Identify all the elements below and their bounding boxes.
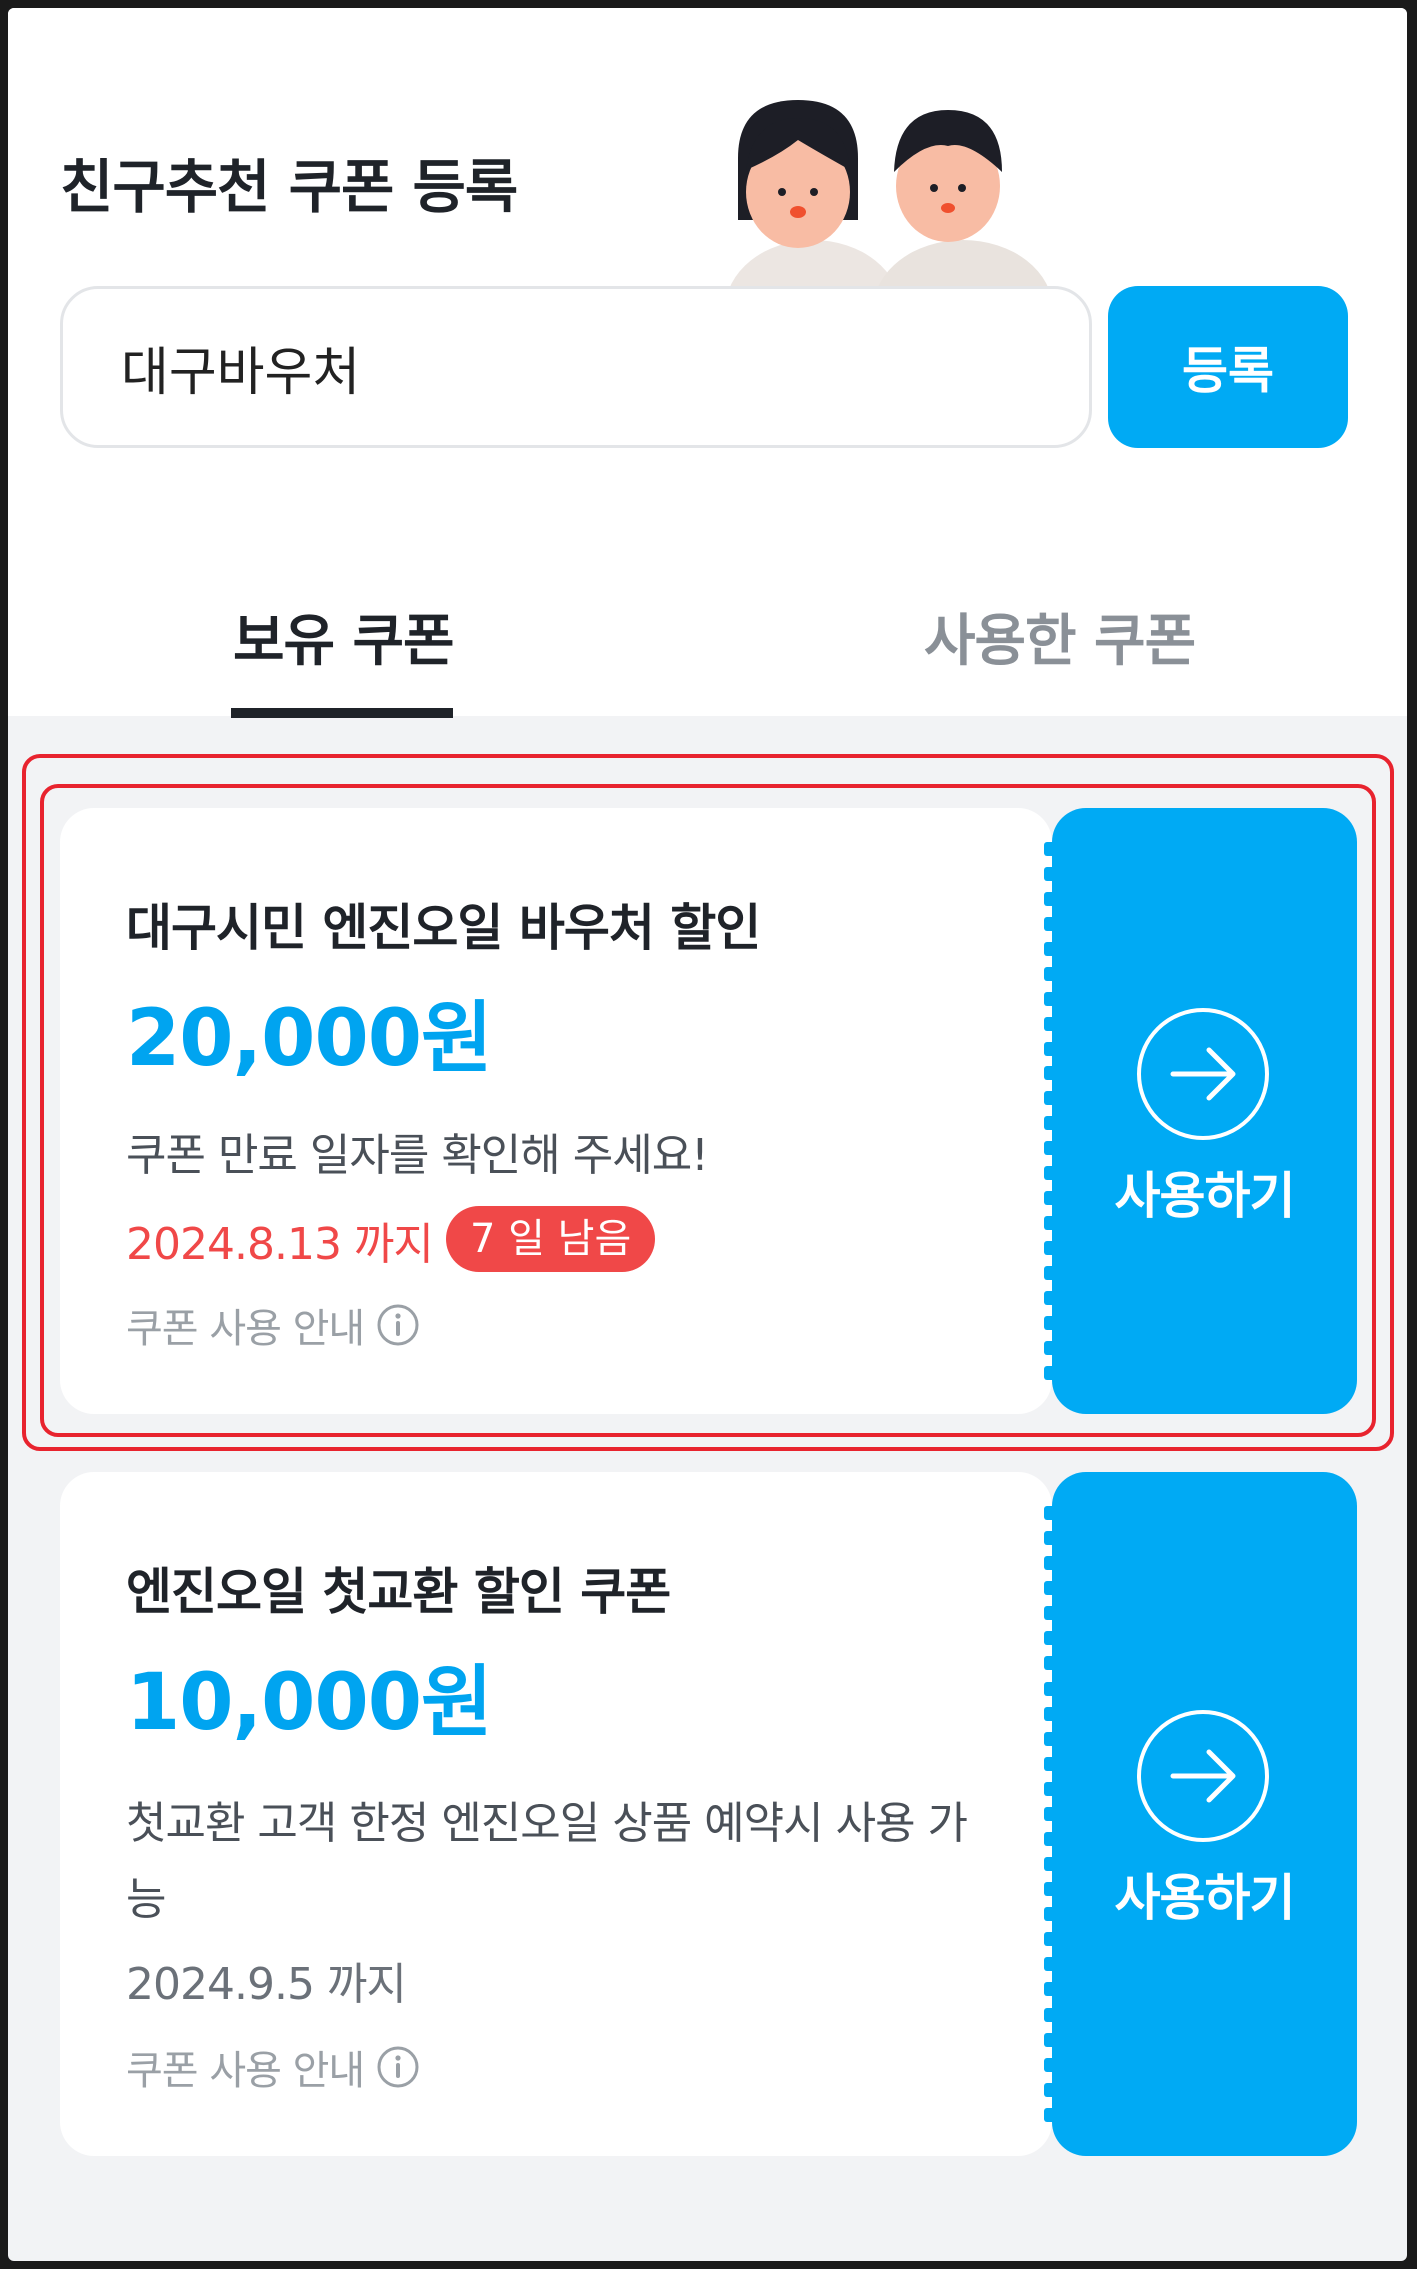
info-icon (377, 1304, 419, 1346)
coupon-guide-link[interactable]: 쿠폰 사용 안내 (126, 2038, 420, 2096)
coupon-name: 대구시민 엔진오일 바우처 할인 (126, 899, 761, 957)
coupon-code-input[interactable] (60, 286, 1092, 448)
tab-owned-coupons[interactable]: 보유 쿠폰 (233, 596, 455, 677)
coupon-amount: 20,000원 (126, 994, 493, 1084)
days-left-badge: 7 일 남음 (446, 1206, 656, 1272)
coupon-register-section: 친구추천 쿠폰 등록 등록 보유 쿠폰 사용한 쿠폰 (8, 8, 1407, 718)
use-coupon-label: 사용하기 (1114, 1869, 1296, 1927)
page-title: 친구추천 쿠폰 등록 (60, 153, 518, 221)
coupon-card: 엔진오일 첫교환 할인 쿠폰 10,000원 첫교환 고객 한정 엔진오일 상품… (60, 1472, 1357, 2156)
info-icon (377, 2046, 419, 2088)
use-coupon-button[interactable]: 사용하기 (1044, 808, 1357, 1414)
tab-used-coupons[interactable]: 사용한 쿠폰 (924, 596, 1196, 677)
coupon-card: 대구시민 엔진오일 바우처 할인 20,000원 쿠폰 만료 일자를 확인해 주… (60, 808, 1357, 1414)
coupon-guide-label: 쿠폰 사용 안내 (126, 1306, 365, 1352)
coupon-card-body: 엔진오일 첫교환 할인 쿠폰 10,000원 첫교환 고객 한정 엔진오일 상품… (60, 1472, 1052, 2156)
register-button[interactable]: 등록 (1108, 286, 1348, 448)
ticket-perforation (1044, 842, 1060, 1380)
coupon-name: 엔진오일 첫교환 할인 쿠폰 (126, 1563, 671, 1621)
coupon-expiry: 2024.9.5 까지 (126, 1959, 407, 2010)
coupon-guide-link[interactable]: 쿠폰 사용 안내 (126, 1296, 420, 1354)
coupon-expiry: 2024.8.13 까지 (126, 1219, 434, 1270)
coupon-description: 쿠폰 만료 일자를 확인해 주세요! (126, 1130, 709, 1181)
arrow-right-icon (1137, 1008, 1269, 1140)
coupon-description: 첫교환 고객 한정 엔진오일 상품 예약시 사용 가능 (126, 1798, 968, 1925)
coupon-amount: 10,000원 (126, 1658, 493, 1748)
active-tab-indicator (231, 708, 453, 718)
coupon-card-body: 대구시민 엔진오일 바우처 할인 20,000원 쿠폰 만료 일자를 확인해 주… (60, 808, 1052, 1414)
coupon-guide-label: 쿠폰 사용 안내 (126, 2048, 365, 2094)
ticket-perforation (1044, 1506, 1060, 2122)
use-coupon-button[interactable]: 사용하기 (1044, 1472, 1357, 2156)
use-coupon-label: 사용하기 (1114, 1167, 1296, 1225)
arrow-right-icon (1137, 1710, 1269, 1842)
app-screen: 친구추천 쿠폰 등록 등록 보유 쿠폰 사용한 쿠폰 (8, 8, 1407, 2261)
